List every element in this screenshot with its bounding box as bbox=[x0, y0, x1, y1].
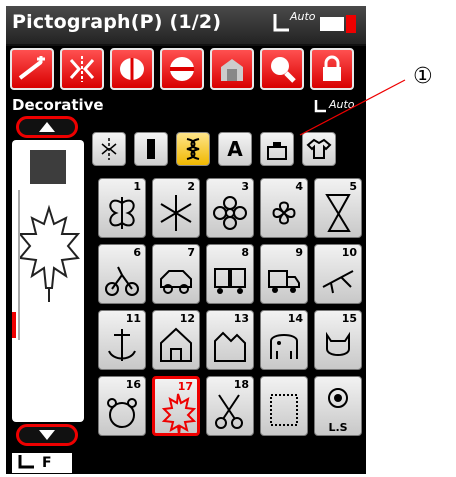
callout-number: ① bbox=[413, 64, 433, 89]
callout-line bbox=[299, 79, 406, 136]
